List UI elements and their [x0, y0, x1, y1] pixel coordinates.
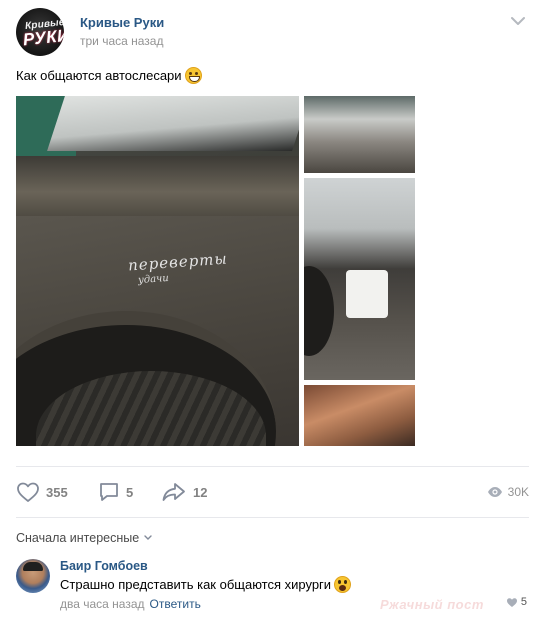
photo-tank: [346, 270, 388, 318]
comment-icon: [100, 483, 118, 501]
comment-like-button[interactable]: 5: [506, 596, 527, 608]
comment-like-count: 5: [520, 596, 527, 608]
divider: [16, 466, 529, 467]
post-time[interactable]: три часа назад: [80, 34, 163, 48]
post-photo-2[interactable]: [304, 96, 415, 173]
photo-hood: [47, 96, 299, 151]
heart-icon: [17, 482, 39, 502]
share-button[interactable]: 12: [161, 478, 207, 506]
comment-meta: два часа назад Ответить: [60, 597, 201, 611]
views-counter: 30K: [487, 478, 529, 506]
share-icon: [162, 483, 185, 501]
photo-wheel: [304, 266, 334, 356]
eye-icon: [487, 487, 502, 497]
post-photo-4[interactable]: [304, 385, 415, 446]
post-photo-main[interactable]: переверты удачи: [16, 96, 299, 446]
share-count: 12: [193, 484, 208, 500]
post-text: Как общаются автослесари: [16, 67, 202, 84]
post-author[interactable]: Кривые Руки: [80, 15, 164, 30]
like-button[interactable]: 355: [16, 478, 68, 506]
comment-author[interactable]: Баир Гомбоев: [60, 559, 148, 573]
grinning-sweat-emoji-icon: [184, 67, 202, 84]
comment-time[interactable]: два часа назад: [60, 597, 145, 611]
post-header: Кривые РУКИ Кривые Руки три часа назад: [16, 8, 529, 56]
chevron-down-icon: [144, 535, 152, 540]
post-actions: 355 5 12 30K: [16, 478, 529, 506]
fearful-face-emoji-icon: [334, 576, 352, 593]
community-avatar[interactable]: Кривые РУКИ: [16, 8, 64, 56]
comment-author-avatar[interactable]: [16, 559, 50, 593]
comment-text: Страшно представить как общаются хирурги: [60, 576, 352, 593]
watermark-logo: Ржачный пост: [380, 597, 484, 612]
comment-count: 5: [126, 484, 134, 500]
post-text-content: Как общаются автослесари: [16, 68, 182, 83]
avatar-text-bottom: РУКИ: [22, 25, 64, 50]
post-photo-3[interactable]: [304, 178, 415, 380]
comment-text-content: Страшно представить как общаются хирурги: [60, 577, 332, 592]
divider: [16, 517, 529, 518]
avatar-hat: [23, 562, 43, 571]
comments-sort-dropdown[interactable]: Сначала интересные: [16, 531, 153, 545]
comment-button[interactable]: 5: [98, 478, 133, 506]
photo-chalk-text-small: удачи: [137, 272, 170, 287]
views-count: 30K: [507, 485, 529, 499]
heart-icon: [506, 597, 517, 607]
chevron-down-icon[interactable]: [511, 16, 525, 26]
reply-button[interactable]: Ответить: [150, 597, 201, 611]
like-count: 355: [46, 484, 68, 500]
comments-sort-label: Сначала интересные: [16, 531, 140, 545]
